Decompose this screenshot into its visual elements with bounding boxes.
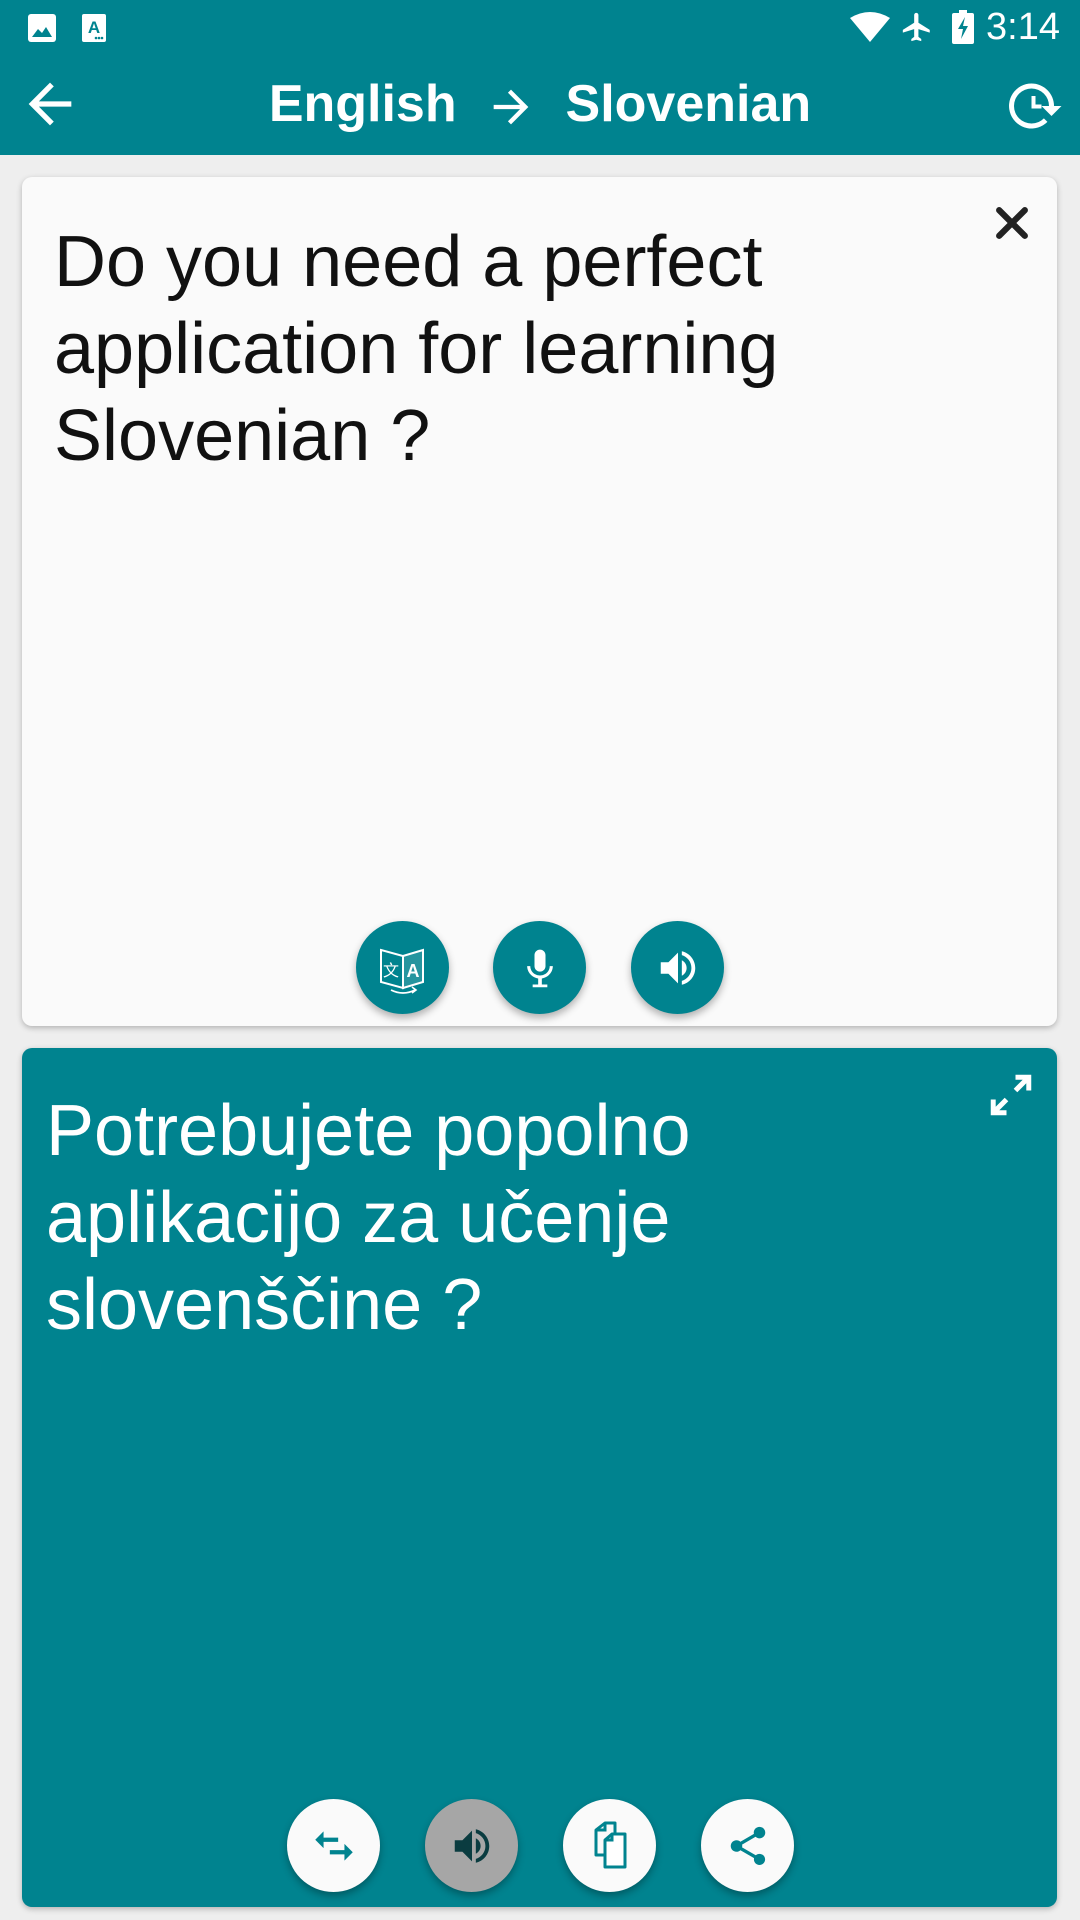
target-language-label: Slovenian: [565, 75, 812, 133]
top-bar: A 3:14 English Slovenian: [0, 0, 1080, 155]
microphone-button[interactable]: [493, 921, 586, 1014]
status-bar: A 3:14: [0, 0, 1080, 56]
history-button[interactable]: [1004, 76, 1064, 136]
swap-languages-button[interactable]: [287, 1799, 380, 1892]
wifi-icon: [850, 12, 890, 42]
app-bar: English Slovenian: [0, 56, 1080, 155]
speak-target-button[interactable]: [425, 1799, 518, 1892]
source-panel: Do you need a perfect application for le…: [22, 177, 1057, 1026]
speaker-icon: [660, 950, 695, 985]
battery-charging-icon: [952, 10, 974, 44]
copy-button[interactable]: [563, 1799, 656, 1892]
translate-button[interactable]: 文 A: [356, 921, 449, 1014]
translate-icon: 文 A: [379, 948, 424, 994]
svg-text:A: A: [406, 961, 419, 981]
fullscreen-expand-icon: [990, 1074, 1032, 1116]
source-language-label: English: [268, 75, 457, 133]
clear-text-button[interactable]: [990, 201, 1034, 245]
source-text-input[interactable]: Do you need a perfect application for le…: [54, 219, 954, 480]
translated-text: Potrebujete popolno aplikacijo za učenje…: [46, 1091, 691, 1345]
arrow-right-icon: [493, 89, 529, 125]
share-icon: [730, 1826, 765, 1865]
svg-text:A: A: [88, 18, 100, 37]
close-icon: [996, 207, 1028, 239]
translate-app-notification-icon: A: [82, 14, 106, 42]
share-button[interactable]: [701, 1799, 794, 1892]
status-time: 3:14: [986, 6, 1060, 48]
swap-icon: [314, 1830, 353, 1861]
microphone-icon: [526, 949, 553, 987]
copy-icon: [594, 1821, 626, 1868]
target-panel: Potrebujete popolno aplikacijo za učenje…: [22, 1048, 1057, 1907]
history-icon: [1009, 83, 1062, 129]
image-notification-icon: [28, 14, 56, 42]
airplane-mode-icon: [902, 12, 930, 42]
speaker-icon: [454, 1828, 489, 1863]
svg-text:文: 文: [382, 961, 398, 980]
fullscreen-button[interactable]: [984, 1068, 1038, 1122]
language-pair-title[interactable]: English Slovenian: [0, 74, 1080, 134]
speak-source-button[interactable]: [631, 921, 724, 1014]
